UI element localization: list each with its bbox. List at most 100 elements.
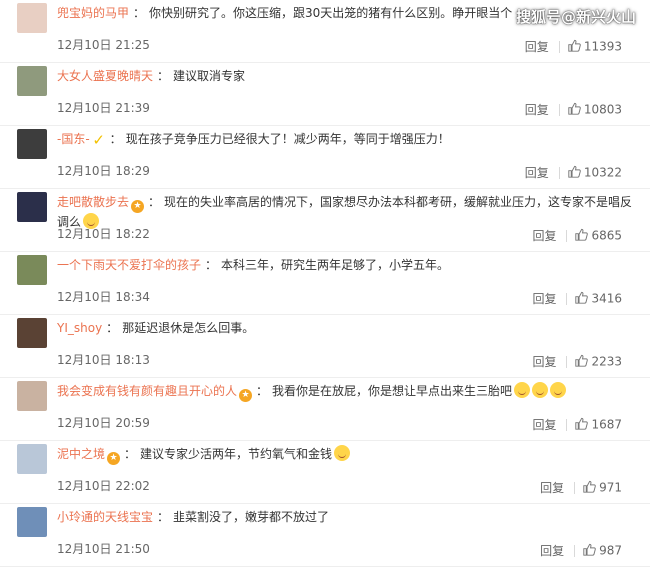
comment-actions: 回复 1687	[532, 416, 622, 433]
colon: ：	[157, 510, 170, 524]
reply-button[interactable]: 回复	[532, 355, 556, 369]
colon: ：	[124, 447, 137, 461]
avatar[interactable]	[17, 129, 47, 159]
username-link[interactable]: -国东-	[57, 132, 90, 146]
reply-button[interactable]: 回复	[540, 544, 564, 558]
comment-body: 泥中之境 ★：建议专家少活两年，节约氧气和金钱	[57, 445, 638, 465]
like-count: 2233	[591, 354, 622, 369]
thumbs-up-icon	[575, 229, 589, 241]
comment-text: 现在孩子竞争压力已经很大了！减少两年，等同于增强压力！	[125, 132, 450, 146]
comment-actions: 回复 10803	[525, 101, 622, 118]
comment-time: 12月10日 21:25	[57, 38, 150, 52]
avatar[interactable]	[17, 318, 47, 348]
like-button[interactable]: 11393	[568, 39, 622, 54]
avatar[interactable]	[17, 192, 47, 222]
comment-item: 小玲通的天线宝宝 ：韭菜割没了，嫩芽都不放过了 12月10日 21:50 回复 98…	[0, 504, 650, 567]
comment-time: 12月10日 18:22	[57, 227, 150, 241]
divider	[566, 229, 568, 242]
username-link[interactable]: 泥中之境	[57, 447, 105, 461]
comment-time: 12月10日 18:34	[57, 290, 150, 304]
reply-button[interactable]: 回复	[525, 40, 549, 54]
username-link[interactable]: 一个下雨天不爱打伞的孩子	[57, 258, 201, 272]
comment-body: 我会变成有钱有颜有趣且开心的人 ★：我看你是在放屁，你是想让早点出来生三胎吧	[57, 382, 638, 402]
comment-item: 泥中之境 ★：建议专家少活两年，节约氧气和金钱 12月10日 22:02 回复 97…	[0, 441, 650, 504]
comment-text: 我看你是在放屁，你是想让早点出来生三胎吧	[272, 384, 513, 398]
like-button[interactable]: 10322	[568, 165, 622, 180]
thumbs-up-icon	[568, 40, 581, 52]
comment-actions: 回复 2233	[532, 353, 622, 370]
divider	[566, 355, 568, 368]
colon: ：	[157, 69, 170, 83]
comment-text: 韭菜割没了，嫩芽都不放过了	[173, 510, 330, 524]
colon: ：	[205, 258, 218, 272]
avatar[interactable]	[17, 3, 47, 33]
divider	[574, 544, 576, 557]
comment-text: 你快别研究了。你这压缩，跟30天出笼的猪有什么区别。睁开眼当个	[149, 6, 513, 20]
vip-icon: ★	[107, 452, 121, 465]
vip-icon: ★	[131, 200, 145, 213]
reply-button[interactable]: 回复	[532, 292, 556, 306]
watermark: 搜狐号@新兴火山	[515, 8, 636, 26]
comment-actions: 回复 6865	[532, 227, 622, 244]
divider	[574, 481, 576, 494]
comment-item: 一个下雨天不爱打伞的孩子 ：本科三年，研究生两年足够了，小学五年。 12月10日 …	[0, 252, 650, 315]
like-button[interactable]: 2233	[575, 354, 622, 369]
username-link[interactable]: 我会变成有钱有颜有趣且开心的人	[57, 384, 237, 398]
like-count: 10322	[583, 165, 622, 180]
smile-emoji	[532, 382, 549, 398]
username-link[interactable]: 小玲通的天线宝宝	[57, 510, 153, 524]
like-button[interactable]: 971	[583, 480, 622, 495]
like-count: 3416	[591, 291, 622, 306]
comment-actions: 回复 987	[540, 542, 622, 559]
comment-time: 12月10日 20:59	[57, 416, 150, 430]
thumbs-up-icon	[568, 166, 581, 178]
comment-item: -国东- ✓：现在孩子竞争压力已经很大了！减少两年，等同于增强压力！ 12月10日…	[0, 126, 650, 189]
like-count: 971	[599, 480, 622, 495]
like-button[interactable]: 987	[583, 543, 622, 558]
comment-list: 兜宝妈的马甲：你快别研究了。你这压缩，跟30天出笼的猪有什么区别。睁开眼当个 1…	[0, 0, 650, 567]
username-link[interactable]: 大女人盛夏晚晴天	[57, 69, 153, 83]
like-button[interactable]: 1687	[575, 417, 622, 432]
thumbs-up-icon	[583, 544, 596, 556]
thumbs-up-icon	[575, 418, 589, 430]
colon: ：	[106, 321, 119, 335]
thumbs-up-icon	[575, 292, 589, 304]
smile-emoji	[550, 382, 567, 398]
divider	[558, 40, 560, 53]
avatar[interactable]	[17, 381, 47, 411]
comment-text: 本科三年，研究生两年足够了，小学五年。	[221, 258, 450, 272]
reply-button[interactable]: 回复	[532, 229, 556, 243]
avatar[interactable]	[17, 66, 47, 96]
reply-button[interactable]: 回复	[540, 481, 564, 495]
avatar[interactable]	[17, 255, 47, 285]
comment-item: 走吧散散步去 ★：现在的失业率高居的情况下，国家想尽办法本科都考研，缓解就业压力，…	[0, 189, 650, 252]
reply-button[interactable]: 回复	[532, 418, 556, 432]
reply-button[interactable]: 回复	[525, 103, 549, 117]
colon: ：	[256, 384, 269, 398]
comment-actions: 回复 11393	[525, 38, 622, 55]
comment-item: YI_shoy ：那延迟退休是怎么回事。 12月10日 18:13 回复 2233	[0, 315, 650, 378]
username-link[interactable]: 走吧散散步去	[57, 195, 129, 209]
avatar[interactable]	[17, 444, 47, 474]
reply-button[interactable]: 回复	[525, 166, 549, 180]
avatar[interactable]	[17, 507, 47, 537]
thumbs-up-icon	[568, 103, 581, 115]
username-link[interactable]: 兜宝妈的马甲	[57, 6, 129, 20]
comment-actions: 回复 10322	[525, 164, 622, 181]
comment-time: 12月10日 22:02	[57, 479, 150, 493]
like-button[interactable]: 3416	[575, 291, 622, 306]
like-button[interactable]: 10803	[568, 102, 622, 117]
divider	[558, 166, 560, 179]
v-icon: ✓	[91, 131, 106, 149]
sad-emoji	[334, 445, 351, 461]
comment-time: 12月10日 21:39	[57, 101, 150, 115]
colon: ：	[133, 6, 146, 20]
like-button[interactable]: 6865	[575, 228, 622, 243]
comment-body: 小玲通的天线宝宝 ：韭菜割没了，嫩芽都不放过了	[57, 508, 638, 527]
username-link[interactable]: YI_shoy	[57, 321, 102, 335]
thumbs-up-icon	[575, 355, 589, 367]
comment-body: YI_shoy ：那延迟退休是怎么回事。	[57, 319, 638, 338]
divider	[566, 418, 568, 431]
comment-time: 12月10日 21:50	[57, 542, 150, 556]
comment-body: 一个下雨天不爱打伞的孩子 ：本科三年，研究生两年足够了，小学五年。	[57, 256, 638, 275]
